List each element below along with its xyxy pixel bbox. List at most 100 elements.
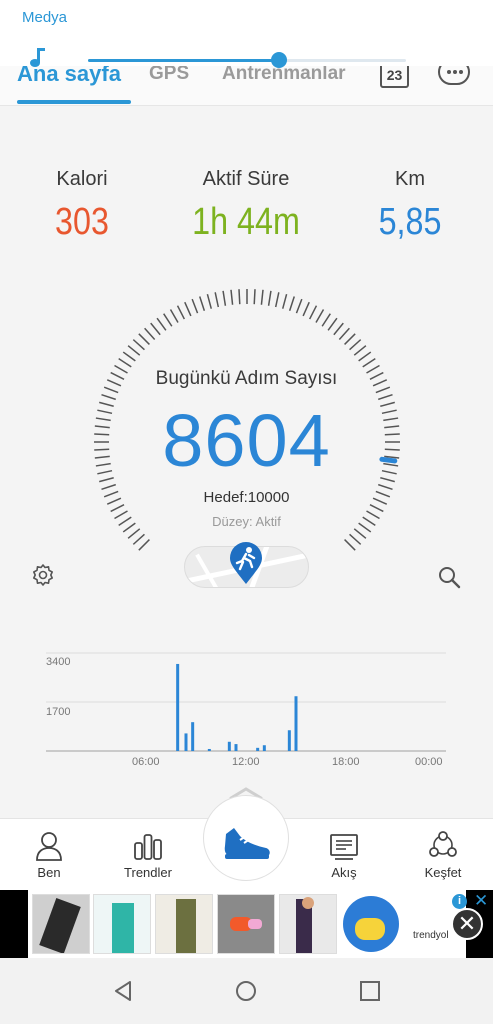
nav-item-ben[interactable]: Ben: [9, 831, 89, 880]
gauge-tick: [184, 301, 192, 317]
stat-calories: Kalori 303: [7, 168, 157, 244]
music-note-icon: [30, 48, 45, 67]
chart-bar: [184, 733, 188, 751]
gauge-tick: [260, 289, 264, 305]
gauge-tick: [344, 539, 356, 551]
gauge-tick: [321, 313, 331, 327]
gauge-tick: [281, 294, 288, 309]
start-workout-button[interactable]: [203, 795, 289, 881]
ad-banner[interactable]: i ✕: [0, 890, 493, 958]
step-goal: Hedef:10000: [203, 489, 290, 506]
gauge-tick: [353, 528, 367, 539]
x-tick-label: 18:00: [332, 756, 360, 768]
ad-info-icon[interactable]: i: [452, 894, 467, 909]
search-icon[interactable]: [437, 565, 461, 589]
ad-product-image[interactable]: [217, 894, 275, 954]
feed-icon: [330, 834, 358, 860]
gauge-tick: [230, 289, 234, 305]
shoe-icon: [224, 828, 270, 859]
explore-icon: [429, 831, 457, 857]
gauge-tick: [349, 339, 362, 351]
ad-product-image[interactable]: [279, 894, 337, 954]
settings-gear-icon[interactable]: [31, 563, 55, 587]
stat-value: 303: [55, 201, 109, 243]
activity-level: Düzey: Aktif: [212, 514, 281, 529]
running-pin-icon[interactable]: [228, 541, 264, 585]
ad-product-image[interactable]: [341, 894, 399, 954]
gauge-tick: [274, 292, 280, 308]
gauge-tick: [338, 327, 350, 340]
gauge-tick: [127, 345, 141, 356]
ad-content[interactable]: i ✕: [28, 890, 488, 958]
nav-label: Keşfet: [424, 865, 462, 880]
chart-bar: [191, 722, 195, 751]
calendar-day: 23: [386, 67, 403, 83]
stat-value: 1h 44m: [192, 201, 300, 243]
gauge-tick: [199, 296, 206, 311]
gauge-tick: [315, 309, 325, 323]
gauge-tick: [358, 351, 372, 362]
gauge-tick: [327, 317, 338, 331]
gauge-tick: [176, 305, 186, 320]
chart-bar: [294, 696, 298, 751]
chart-bar: [234, 744, 238, 751]
media-overlay: Medya: [0, 0, 493, 68]
gauge-tick: [169, 309, 179, 323]
gauge-tick: [362, 358, 376, 368]
gauge-tick: [222, 290, 227, 306]
gauge-tick: [122, 351, 136, 362]
gauge-tick: [302, 301, 310, 317]
gauge-tick: [253, 289, 256, 305]
y-tick-label: 1700: [46, 706, 71, 718]
nav-item-kesfet[interactable]: Keşfet: [403, 831, 483, 880]
ad-product-image[interactable]: [155, 894, 213, 954]
gauge-tick: [132, 339, 145, 351]
gauge-tick: [308, 305, 318, 320]
chart-bar: [176, 663, 180, 751]
x-tick-label: 12:00: [232, 756, 260, 768]
ad-close-button[interactable]: ✕: [451, 908, 483, 940]
gauge-title: Bugünkü Adım Sayısı: [155, 368, 338, 389]
stat-distance: Km 5,85: [335, 168, 485, 244]
gauge-tick: [206, 294, 213, 309]
gauge-tick: [344, 333, 356, 345]
gauge-tick: [156, 317, 167, 331]
person-icon: [36, 832, 62, 861]
step-count: 8604: [162, 399, 331, 482]
nav-label: Trendler: [124, 865, 172, 880]
ad-dismiss-icon[interactable]: ✕: [474, 891, 488, 911]
y-tick-label: 3400: [46, 656, 71, 668]
media-progress-fill: [88, 59, 279, 62]
chart-bar: [207, 748, 211, 751]
chart-bar: [227, 741, 231, 751]
ad-product-image[interactable]: [93, 894, 151, 954]
stat-value: 5,85: [378, 201, 442, 243]
nav-item-akis[interactable]: Akış: [304, 831, 384, 880]
nav-item-trendler[interactable]: Trendler: [108, 831, 188, 880]
gauge-tick: [353, 345, 367, 356]
ad-brand-label: trendyol: [413, 930, 449, 941]
tab-gps[interactable]: GPS: [149, 63, 189, 85]
ad-product-image[interactable]: [32, 894, 90, 954]
bar-chart-icon: [134, 834, 162, 860]
recent-apps-icon[interactable]: [359, 980, 381, 1002]
gauge-tick: [150, 322, 161, 336]
gauge-tick: [333, 322, 344, 336]
back-icon[interactable]: [112, 980, 134, 1002]
gauge-tick: [132, 533, 145, 545]
gauge-tick: [163, 313, 173, 327]
x-tick-label: 06:00: [132, 756, 160, 768]
gauge-tick: [238, 289, 241, 305]
media-progress-thumb[interactable]: [270, 52, 287, 68]
chart-bar: [256, 747, 260, 751]
stat-label: Kalori: [56, 168, 108, 190]
gauge-tick: [138, 333, 150, 345]
hourly-steps-chart: 3400 1700 06:00 12:00 18:00 00:00: [0, 645, 493, 775]
nav-label: Akış: [331, 865, 357, 880]
media-title: Medya: [22, 9, 68, 26]
gauge-tick: [349, 533, 362, 545]
home-icon[interactable]: [235, 980, 257, 1002]
stat-active-time: Aktif Süre 1h 44m: [171, 168, 321, 244]
media-progress-slider[interactable]: [88, 52, 406, 68]
gauge-tick: [214, 292, 220, 308]
